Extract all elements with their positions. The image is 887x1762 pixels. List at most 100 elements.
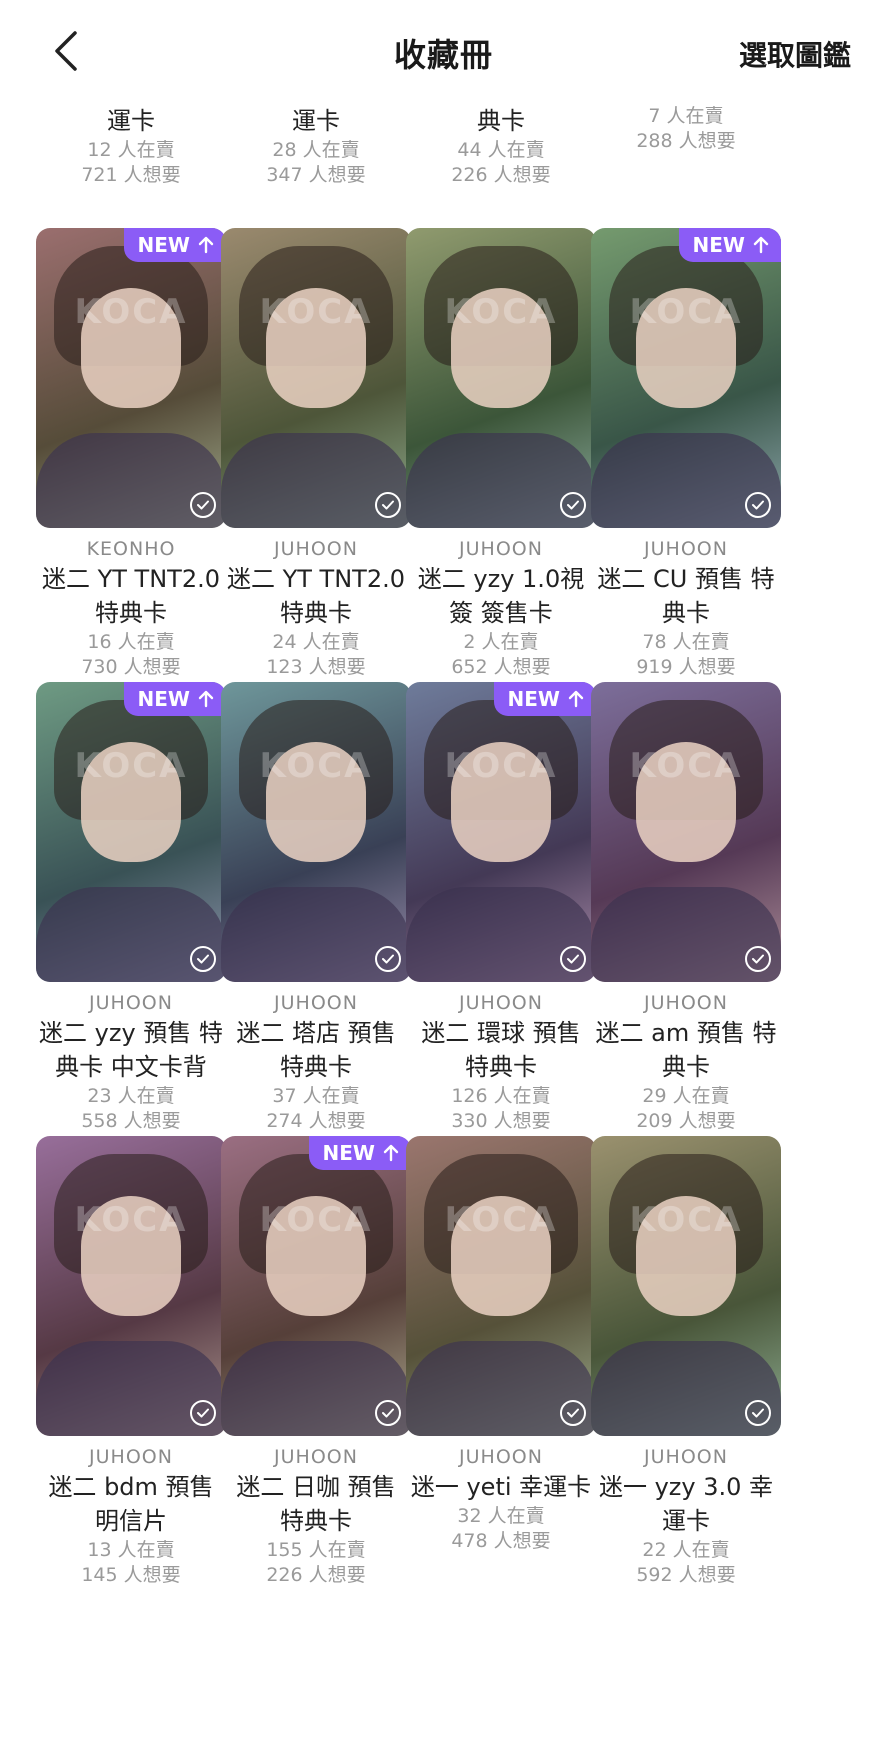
new-badge: NEW	[123, 682, 226, 716]
card-name: 迷二 am 預售 特典卡	[595, 1019, 777, 1081]
card-name: 迷一 yzy 3.0 幸運卡	[598, 1473, 774, 1535]
card-name: 典卡	[477, 107, 525, 135]
watermark: KOCA	[629, 1200, 743, 1240]
check-circle-icon[interactable]	[745, 946, 771, 972]
arrow-up-icon	[383, 1144, 399, 1162]
artist-name: JUHOON	[644, 538, 728, 560]
watermark: KOCA	[629, 746, 743, 786]
collection-card[interactable]: KOCA NEW JUHOON 迷二 環球 預售 特典卡 126 人在賣 330 人想要	[406, 682, 596, 1134]
collection-card[interactable]: KOCA NEW JUHOON 迷二 CU 預售 特典卡 78 人在賣 919 人想要	[591, 228, 781, 680]
collection-card[interactable]: KOCA NEW KEONHO 迷二 YT TNT2.0 特典卡 16 人在賣 730 人…	[36, 228, 226, 680]
card-meta: JUHOON 迷二 yzy 預售 特典卡 中文卡背 23 人在賣 558 人想要	[36, 992, 226, 1134]
wanted-count: 558 人想要	[81, 1110, 181, 1132]
watermark: KOCA	[259, 292, 373, 332]
new-badge: NEW	[308, 1136, 411, 1170]
card-meta: JUHOON 迷二 yzy 1.0視簽 簽售卡 2 人在賣 652 人想要	[406, 538, 596, 680]
watermark: KOCA	[259, 1200, 373, 1240]
wanted-count: 652 人想要	[451, 656, 551, 678]
collection-card[interactable]: KOCA NEW JUHOON 迷二 yzy 預售 特典卡 中文卡背 23 人在賣 558…	[36, 682, 226, 1134]
wanted-count: 226 人想要	[266, 1564, 366, 1586]
wanted-count: 330 人想要	[451, 1110, 551, 1132]
card-name: 迷二 環球 預售 特典卡	[421, 1019, 581, 1081]
new-badge-label: NEW	[692, 233, 745, 257]
check-circle-icon[interactable]	[190, 1400, 216, 1426]
new-badge-label: NEW	[507, 687, 560, 711]
card-photo[interactable]: KOCA NEW	[36, 228, 226, 528]
card-photo[interactable]: KOCA NEW	[591, 228, 781, 528]
card-meta: JUHOON 迷二 日咖 預售 特典卡 155 人在賣 226 人想要	[221, 1446, 411, 1588]
collection-card[interactable]: KOCA NEW JUHOON 迷二 日咖 預售 特典卡 155 人在賣 226 人想要	[221, 1136, 411, 1588]
artist-name: JUHOON	[274, 1446, 358, 1468]
artist-name: JUHOON	[274, 538, 358, 560]
check-circle-icon[interactable]	[560, 492, 586, 518]
app-header: 收藏冊 選取圖鑑	[0, 0, 887, 100]
sellers-count: 13 人在賣	[87, 1539, 175, 1561]
card-photo[interactable]: KOCA	[406, 1136, 596, 1436]
collection-card[interactable]: KOCA JUHOON 迷二 bdm 預售 明信片 13 人在賣 145 人想要	[36, 1136, 226, 1588]
check-circle-icon[interactable]	[190, 946, 216, 972]
card-meta: JUHOON 迷二 塔店 預售 特典卡 37 人在賣 274 人想要	[221, 992, 411, 1134]
artist-name: JUHOON	[459, 992, 543, 1014]
card-photo[interactable]: KOCA	[36, 1136, 226, 1436]
wanted-count: 721 人想要	[81, 164, 181, 186]
wanted-count: 288 人想要	[636, 130, 736, 152]
card-photo[interactable]: KOCA	[221, 228, 411, 528]
select-collection-button[interactable]: 選取圖鑑	[739, 34, 851, 74]
card-meta: JUHOON 迷一 yeti 幸運卡 32 人在賣 478 人想要	[406, 1446, 596, 1554]
check-circle-icon[interactable]	[560, 1400, 586, 1426]
collection-card[interactable]: KOCA JUHOON 迷一 yzy 3.0 幸運卡 22 人在賣 592 人想要	[591, 1136, 781, 1588]
new-badge: NEW	[123, 228, 226, 262]
collection-card[interactable]: KOCA JUHOON 迷一 yeti 幸運卡 32 人在賣 478 人想要	[406, 1136, 596, 1554]
card-photo[interactable]: KOCA NEW	[406, 682, 596, 982]
arrow-up-icon	[568, 690, 584, 708]
sellers-count: 7 人在賣	[648, 105, 724, 127]
card-photo[interactable]: KOCA NEW	[36, 682, 226, 982]
sellers-count: 44 人在賣	[457, 139, 545, 161]
card-photo[interactable]: KOCA	[591, 682, 781, 982]
artist-name: JUHOON	[459, 538, 543, 560]
sellers-count: 28 人在賣	[272, 139, 360, 161]
check-circle-icon[interactable]	[375, 1400, 401, 1426]
collection-card[interactable]: KOCA JUHOON 迷二 塔店 預售 特典卡 37 人在賣 274 人想要	[221, 682, 411, 1134]
collection-card[interactable]: KOCA JUHOON 迷二 am 預售 特典卡 29 人在賣 209 人想要	[591, 682, 781, 1134]
wanted-count: 592 人想要	[636, 1564, 736, 1586]
check-circle-icon[interactable]	[375, 492, 401, 518]
new-badge-label: NEW	[322, 1141, 375, 1165]
card-name: 迷二 bdm 預售 明信片	[48, 1473, 214, 1535]
card-photo[interactable]: KOCA	[406, 228, 596, 528]
card-meta: JUHOON 迷二 CU 預售 特典卡 78 人在賣 919 人想要	[591, 538, 781, 680]
card-name: 迷二 yzy 1.0視簽 簽售卡	[417, 565, 585, 627]
watermark: KOCA	[259, 746, 373, 786]
card-photo[interactable]: KOCA NEW	[221, 1136, 411, 1436]
card-name: 運卡	[107, 107, 155, 135]
watermark: KOCA	[74, 746, 188, 786]
wanted-count: 347 人想要	[266, 164, 366, 186]
card-name: 迷一 yeti 幸運卡	[410, 1473, 592, 1501]
new-badge: NEW	[678, 228, 781, 262]
arrow-up-icon	[198, 690, 214, 708]
card-photo[interactable]: KOCA	[221, 682, 411, 982]
check-circle-icon[interactable]	[745, 492, 771, 518]
sellers-count: 24 人在賣	[272, 631, 360, 653]
wanted-count: 209 人想要	[636, 1110, 736, 1132]
sellers-count: 16 人在賣	[87, 631, 175, 653]
card-photo[interactable]: KOCA	[591, 1136, 781, 1436]
collection-card[interactable]: KOCA JUHOON 迷二 yzy 1.0視簽 簽售卡 2 人在賣 652 人想要	[406, 228, 596, 680]
card-meta: KEONHO 迷二 YT TNT2.0 特典卡 16 人在賣 730 人想要	[36, 538, 226, 680]
artist-name: KEONHO	[86, 538, 176, 560]
sellers-count: 78 人在賣	[642, 631, 730, 653]
check-circle-icon[interactable]	[745, 1400, 771, 1426]
check-circle-icon[interactable]	[375, 946, 401, 972]
check-circle-icon[interactable]	[560, 946, 586, 972]
sellers-count: 23 人在賣	[87, 1085, 175, 1107]
wanted-count: 123 人想要	[266, 656, 366, 678]
artist-name: JUHOON	[459, 1446, 543, 1468]
card-name: 運卡	[292, 107, 340, 135]
check-circle-icon[interactable]	[190, 492, 216, 518]
collection-card[interactable]: KOCA JUHOON 迷二 YT TNT2.0 特典卡 24 人在賣 123 人想要	[221, 228, 411, 680]
card-name: 迷二 CU 預售 特典卡	[597, 565, 775, 627]
sellers-count: 37 人在賣	[272, 1085, 360, 1107]
card-name: 迷二 YT TNT2.0 特典卡	[41, 565, 221, 627]
sellers-count: 2 人在賣	[463, 631, 539, 653]
card-meta: JUHOON 迷二 bdm 預售 明信片 13 人在賣 145 人想要	[36, 1446, 226, 1588]
